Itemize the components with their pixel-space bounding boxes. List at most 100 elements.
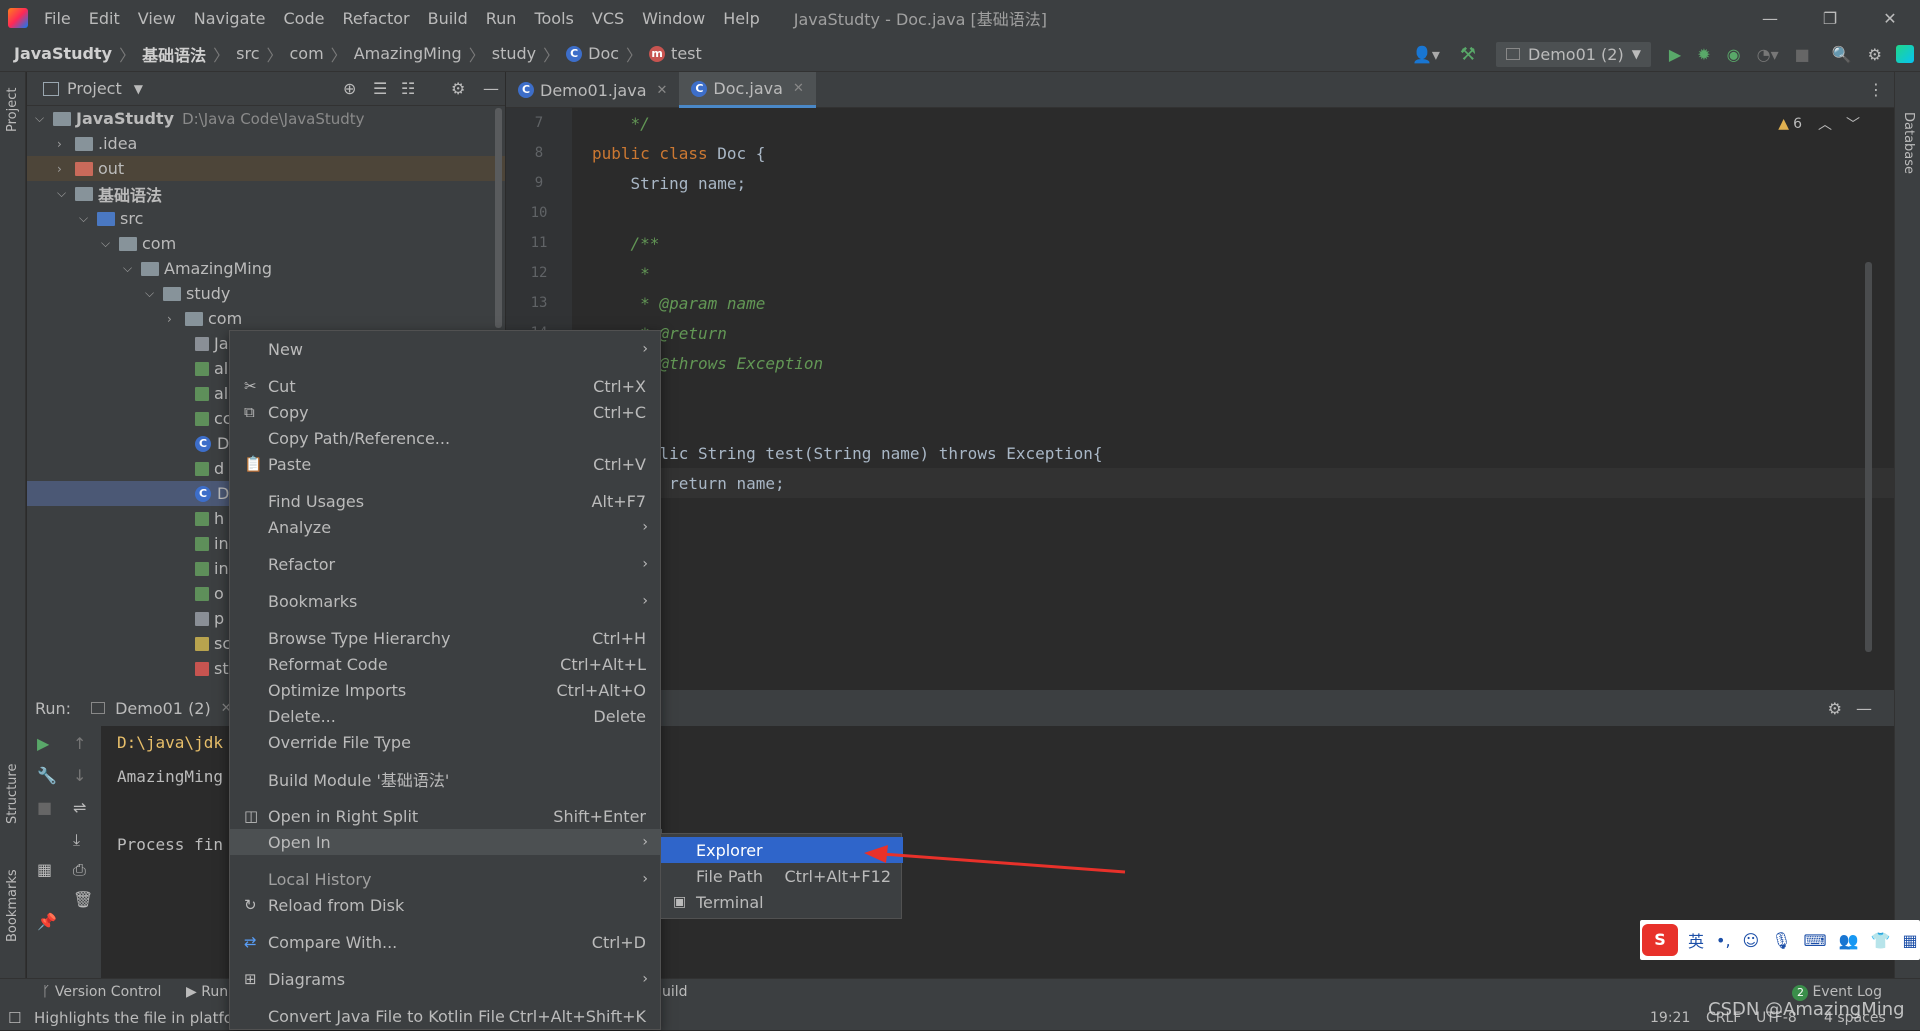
restore-button[interactable]: ❐ xyxy=(1800,0,1860,36)
collapse-all-icon[interactable]: ☷ xyxy=(401,79,415,98)
menu-view[interactable]: View xyxy=(138,9,176,28)
chevron-down-icon[interactable]: ⌵ xyxy=(123,261,141,276)
minimize-button[interactable]: — xyxy=(1740,0,1800,36)
menu-item-reformat[interactable]: Reformat Code Ctrl+Alt+L xyxy=(230,651,662,677)
emoji-icon[interactable]: ☺ xyxy=(1743,931,1760,950)
chevron-right-icon[interactable]: › xyxy=(167,312,185,326)
menu-item-refactor[interactable]: Refactor › xyxy=(230,551,662,577)
breadcrumb-amazingming[interactable]: AmazingMing xyxy=(354,44,462,63)
trash-icon[interactable]: 🗑 xyxy=(73,890,93,909)
panel-settings-icon[interactable]: ⚙ xyxy=(451,79,465,98)
soft-wrap-icon[interactable]: ⇌ xyxy=(73,798,86,817)
menu-item-open-right-split[interactable]: ◫ Open in Right Split Shift+Enter xyxy=(230,803,662,829)
tab-doc[interactable]: C Doc.java ✕ xyxy=(679,72,816,108)
chevron-down-icon[interactable]: ⌵ xyxy=(35,111,53,126)
editor-scrollbar[interactable] xyxy=(1865,262,1872,652)
punctuation-icon[interactable]: •, xyxy=(1716,931,1731,950)
menu-navigate[interactable]: Navigate xyxy=(194,9,266,28)
menu-item-delete[interactable]: Delete... Delete xyxy=(230,703,662,729)
ime-language[interactable]: 英 xyxy=(1688,928,1704,952)
menu-item-bookmarks[interactable]: Bookmarks › xyxy=(230,588,662,614)
breadcrumb-class[interactable]: Doc xyxy=(588,44,619,63)
user-icon[interactable]: 👥 xyxy=(1839,931,1859,950)
profile-icon[interactable]: ◔▾ xyxy=(1757,45,1779,64)
chevron-right-icon[interactable]: › xyxy=(57,137,75,151)
run-tool-tab[interactable]: ▶ Run xyxy=(186,984,228,1000)
debug-icon[interactable]: ✹ xyxy=(1697,45,1710,64)
event-log-tab[interactable]: 2 Event Log xyxy=(1792,984,1882,1001)
menu-edit[interactable]: Edit xyxy=(89,9,120,28)
breadcrumb-project[interactable]: JavaStudty xyxy=(14,44,112,63)
run-icon[interactable]: ▶ xyxy=(1669,45,1681,64)
hide-panel-icon[interactable]: — xyxy=(1856,699,1872,718)
menu-item-diagrams[interactable]: ⊞ Diagrams › xyxy=(230,966,662,992)
status-toggle-icon[interactable]: ☐ xyxy=(8,1009,21,1027)
chevron-down-icon[interactable]: ⌵ xyxy=(101,236,119,251)
menu-run[interactable]: Run xyxy=(486,9,517,28)
coverage-icon[interactable]: ◉ xyxy=(1727,45,1741,64)
chevron-down-icon[interactable]: ▼ xyxy=(134,82,143,96)
database-tool-tab[interactable]: Database xyxy=(1901,112,1916,174)
menu-item-local-history[interactable]: Local History › xyxy=(230,866,662,892)
breadcrumb-com[interactable]: com xyxy=(290,44,324,63)
tree-row-out[interactable]: › out xyxy=(27,156,505,181)
breadcrumb-module[interactable]: 基础语法 xyxy=(142,42,206,66)
chevron-down-icon[interactable]: ⌵ xyxy=(145,286,163,301)
version-control-tab[interactable]: ᚴ Version Control xyxy=(42,984,161,1000)
plugin-logo-icon[interactable] xyxy=(1896,45,1914,63)
console-output[interactable]: D:\java\jdk AmazingMing Process fin xyxy=(117,726,223,862)
caret-position[interactable]: 19:21 xyxy=(1650,1010,1690,1026)
menu-help[interactable]: Help xyxy=(723,9,759,28)
more-tabs-icon[interactable]: ⋮ xyxy=(1868,80,1884,99)
tree-row-study[interactable]: ⌵ study xyxy=(27,281,505,306)
close-icon[interactable]: ✕ xyxy=(793,81,804,96)
search-icon[interactable]: 🔍 xyxy=(1832,45,1852,64)
menu-item-analyze[interactable]: Analyze › xyxy=(230,514,662,540)
menu-item-convert-kotlin[interactable]: Convert Java File to Kotlin File Ctrl+Alt… xyxy=(230,1003,662,1029)
project-tool-tab[interactable]: Project xyxy=(5,88,20,132)
menu-item-compare-with[interactable]: ⇄ Compare With... Ctrl+D xyxy=(230,929,662,955)
wrench-icon[interactable]: 🔧 xyxy=(37,766,57,785)
hide-panel-icon[interactable]: — xyxy=(483,79,499,98)
menu-item-copy-path[interactable]: Copy Path/Reference... xyxy=(230,425,662,451)
expand-all-icon[interactable]: ☰ xyxy=(373,79,387,98)
menu-refactor[interactable]: Refactor xyxy=(342,9,409,28)
menu-item-browse-hierarchy[interactable]: Browse Type Hierarchy Ctrl+H xyxy=(230,625,662,651)
close-window-button[interactable]: ✕ xyxy=(1860,0,1920,36)
tree-row-module[interactable]: ⌵ 基础语法 xyxy=(27,181,505,206)
menu-item-copy[interactable]: ⧉ Copy Ctrl+C xyxy=(230,399,662,425)
menu-item-optimize-imports[interactable]: Optimize Imports Ctrl+Alt+O xyxy=(230,677,662,703)
down-arrow-icon[interactable]: ↓ xyxy=(73,766,86,785)
layout-icon[interactable]: ▦ xyxy=(37,860,52,879)
breadcrumb-method[interactable]: test xyxy=(671,44,702,63)
menu-vcs[interactable]: VCS xyxy=(592,9,624,28)
menu-file[interactable]: File xyxy=(44,9,71,28)
tree-row-root[interactable]: ⌵ JavaStudty D:\Java Code\JavaStudty xyxy=(27,106,505,131)
run-config-selector[interactable]: Demo01 (2) ▼ xyxy=(1496,41,1651,67)
rerun-icon[interactable]: ▶ xyxy=(37,734,49,753)
submenu-item-terminal[interactable]: ▣ Terminal xyxy=(661,889,903,915)
settings-gear-icon[interactable]: ⚙ xyxy=(1868,45,1882,64)
grid-menu-icon[interactable]: ▦ xyxy=(1902,931,1917,950)
bookmarks-tool-tab[interactable]: Bookmarks xyxy=(5,869,20,942)
pin-icon[interactable]: 📌 xyxy=(37,912,57,931)
close-icon[interactable]: ✕ xyxy=(657,83,668,98)
settings-gear-icon[interactable]: ⚙ xyxy=(1828,699,1842,718)
stop-icon[interactable]: ■ xyxy=(1795,45,1810,64)
scroll-end-icon[interactable]: ⤓ xyxy=(73,830,80,850)
up-arrow-icon[interactable]: ↑ xyxy=(73,734,86,753)
menu-item-new[interactable]: New › xyxy=(230,336,662,362)
build-hammer-icon[interactable]: ⚒ xyxy=(1460,44,1476,65)
chevron-right-icon[interactable]: › xyxy=(57,162,75,176)
chevron-down-icon[interactable]: ⌵ xyxy=(79,211,97,226)
tree-row-src[interactable]: ⌵ src xyxy=(27,206,505,231)
locate-icon[interactable]: ⊕ xyxy=(343,79,356,98)
keyboard-icon[interactable]: ⌨ xyxy=(1804,931,1827,950)
sogou-logo-icon[interactable]: S xyxy=(1642,924,1678,956)
menu-item-cut[interactable]: ✂ Cut Ctrl+X xyxy=(230,373,662,399)
menu-item-open-in[interactable]: Open In › xyxy=(230,829,662,855)
menu-item-find-usages[interactable]: Find Usages Alt+F7 xyxy=(230,488,662,514)
breadcrumb-src[interactable]: src xyxy=(236,44,259,63)
tree-scrollbar[interactable] xyxy=(495,108,502,328)
skin-icon[interactable]: 👕 xyxy=(1871,931,1891,950)
